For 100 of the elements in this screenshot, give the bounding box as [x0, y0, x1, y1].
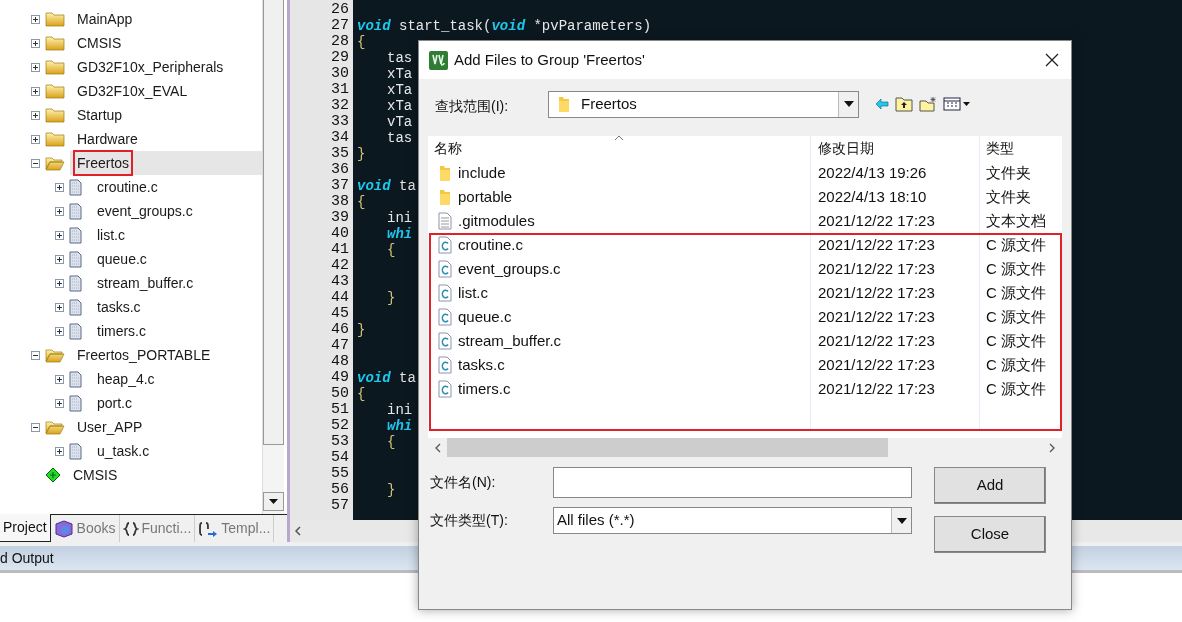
line-number: 29 [330, 50, 349, 66]
tree-row[interactable]: MainApp [70, 7, 262, 31]
modified-date: 2021/12/22 17:23 [818, 211, 935, 231]
expand-icon[interactable] [55, 254, 64, 264]
tree-row[interactable]: port.c [87, 391, 262, 415]
vertical-scrollbar[interactable] [262, 0, 284, 514]
tree-item[interactable]: event_groups.c [95, 200, 195, 222]
file-row[interactable]: portable 2022/4/13 18:10 文件夹 [428, 185, 1062, 209]
column-header[interactable]: 修改日期 [810, 136, 979, 161]
sort-caret-icon [614, 135, 624, 141]
collapse-icon[interactable] [31, 158, 40, 168]
expand-icon[interactable] [31, 110, 40, 120]
dialog-button[interactable]: Add [934, 467, 1046, 504]
tree-item[interactable]: Freertos [75, 152, 132, 174]
tree-row[interactable]: User_APP [70, 415, 262, 439]
collapse-icon[interactable] [31, 350, 40, 360]
tree-row[interactable]: timers.c [87, 319, 262, 343]
expand-icon[interactable] [31, 134, 40, 144]
tree-item[interactable]: GD32F10x_Peripherals [75, 56, 226, 78]
file-row[interactable]: croutine.c 2021/12/22 17:23 C 源文件 [428, 233, 1062, 257]
file-row[interactable]: list.c 2021/12/22 17:23 C 源文件 [428, 281, 1062, 305]
tree-row[interactable]: Freertos_PORTABLE [70, 343, 262, 367]
file-row[interactable]: event_groups.c 2021/12/22 17:23 C 源文件 [428, 257, 1062, 281]
view-menu-icon[interactable] [943, 97, 971, 111]
tree-row[interactable]: list.c [87, 223, 262, 247]
tree-item[interactable]: timers.c [95, 320, 148, 342]
tree-row[interactable]: Startup [70, 103, 262, 127]
new-folder-icon[interactable] [919, 96, 937, 112]
file-row[interactable]: queue.c 2021/12/22 17:23 C 源文件 [428, 305, 1062, 329]
up-folder-icon[interactable] [895, 96, 913, 112]
scrollbar-thumb[interactable] [263, 0, 284, 445]
file-type-dropdown[interactable]: All files (*.*) [553, 507, 912, 534]
tree-item[interactable]: CMSIS [71, 464, 120, 486]
tree-item[interactable]: Freertos_PORTABLE [75, 344, 213, 366]
back-arrow-icon[interactable] [875, 98, 889, 110]
file-row[interactable]: include 2022/4/13 19:26 文件夹 [428, 161, 1062, 185]
collapse-icon[interactable] [31, 422, 40, 432]
close-icon[interactable] [1045, 53, 1059, 67]
scroll-down-button[interactable] [263, 492, 284, 511]
file-row[interactable]: timers.c 2021/12/22 17:23 C 源文件 [428, 377, 1062, 431]
tree-row[interactable]: u_task.c [87, 439, 262, 463]
tree-item[interactable]: MainApp [75, 8, 135, 30]
folder-icon [45, 11, 65, 27]
file-type: 文本文档 [986, 211, 1046, 231]
expand-icon[interactable] [55, 446, 64, 456]
expand-icon[interactable] [55, 326, 64, 336]
expand-icon[interactable] [55, 302, 64, 312]
expand-icon[interactable] [31, 38, 40, 48]
dialog-button[interactable]: Close [934, 516, 1046, 553]
expand-icon[interactable] [55, 374, 64, 384]
tree-item[interactable]: User_APP [75, 416, 145, 438]
tree-item[interactable]: CMSIS [75, 32, 124, 54]
file-icon [69, 226, 82, 244]
tree-row[interactable]: GD32F10x_EVAL [70, 79, 262, 103]
scrollbar-thumb[interactable] [447, 438, 888, 457]
tree-row[interactable]: GD32F10x_Peripherals [70, 55, 262, 79]
folder-icon [45, 419, 65, 435]
tree-item[interactable]: queue.c [95, 248, 149, 270]
tree-row[interactable]: stream_buffer.c [87, 271, 262, 295]
file-row[interactable]: .gitmodules 2021/12/22 17:23 文本文档 [428, 209, 1062, 233]
line-number: 26 [330, 2, 349, 18]
tree-row[interactable]: Hardware [70, 127, 262, 151]
expand-icon[interactable] [55, 206, 64, 216]
folder-icon [557, 95, 571, 113]
tree-item[interactable]: stream_buffer.c [95, 272, 196, 294]
column-header[interactable]: 名称 [428, 138, 810, 159]
expand-icon[interactable] [55, 278, 64, 288]
tree-row[interactable]: tasks.c [87, 295, 262, 319]
tree-item[interactable]: Hardware [75, 128, 140, 150]
line-number: 51 [330, 402, 349, 418]
expand-icon[interactable] [55, 230, 64, 240]
tree-row[interactable]: heap_4.c [87, 367, 262, 391]
look-in-dropdown[interactable]: Freertos [548, 90, 859, 118]
tree-row[interactable]: CMSIS [70, 31, 262, 55]
expand-icon[interactable] [31, 86, 40, 96]
tree-item[interactable]: heap_4.c [95, 368, 157, 390]
panel-tab[interactable]: Project [0, 514, 51, 542]
tree-item[interactable]: croutine.c [95, 176, 160, 198]
line-number: 32 [330, 98, 349, 114]
tree-row[interactable]: event_groups.c [87, 199, 262, 223]
tree-item[interactable]: u_task.c [95, 440, 152, 462]
tree-item[interactable]: tasks.c [95, 296, 143, 318]
column-header[interactable]: 类型 [979, 136, 1062, 161]
tree-row[interactable]: CMSIS [66, 463, 262, 487]
tree-item[interactable]: port.c [95, 392, 134, 414]
expand-icon[interactable] [31, 62, 40, 72]
file-name-field[interactable] [553, 467, 912, 498]
tree-row[interactable]: croutine.c [87, 175, 262, 199]
file-row[interactable]: tasks.c 2021/12/22 17:23 C 源文件 [428, 353, 1062, 377]
expand-icon[interactable] [55, 182, 64, 192]
tree-row[interactable]: queue.c [87, 247, 262, 271]
expand-icon[interactable] [31, 14, 40, 24]
tree-item[interactable]: GD32F10x_EVAL [75, 80, 190, 102]
tree-row[interactable]: Freertos [70, 151, 262, 175]
line-number: 45 [330, 306, 349, 322]
tree-item[interactable]: Startup [75, 104, 125, 126]
file-row[interactable]: stream_buffer.c 2021/12/22 17:23 C 源文件 [428, 329, 1062, 353]
expand-icon[interactable] [55, 398, 64, 408]
c-file-icon [438, 308, 452, 326]
tree-item[interactable]: list.c [95, 224, 127, 246]
